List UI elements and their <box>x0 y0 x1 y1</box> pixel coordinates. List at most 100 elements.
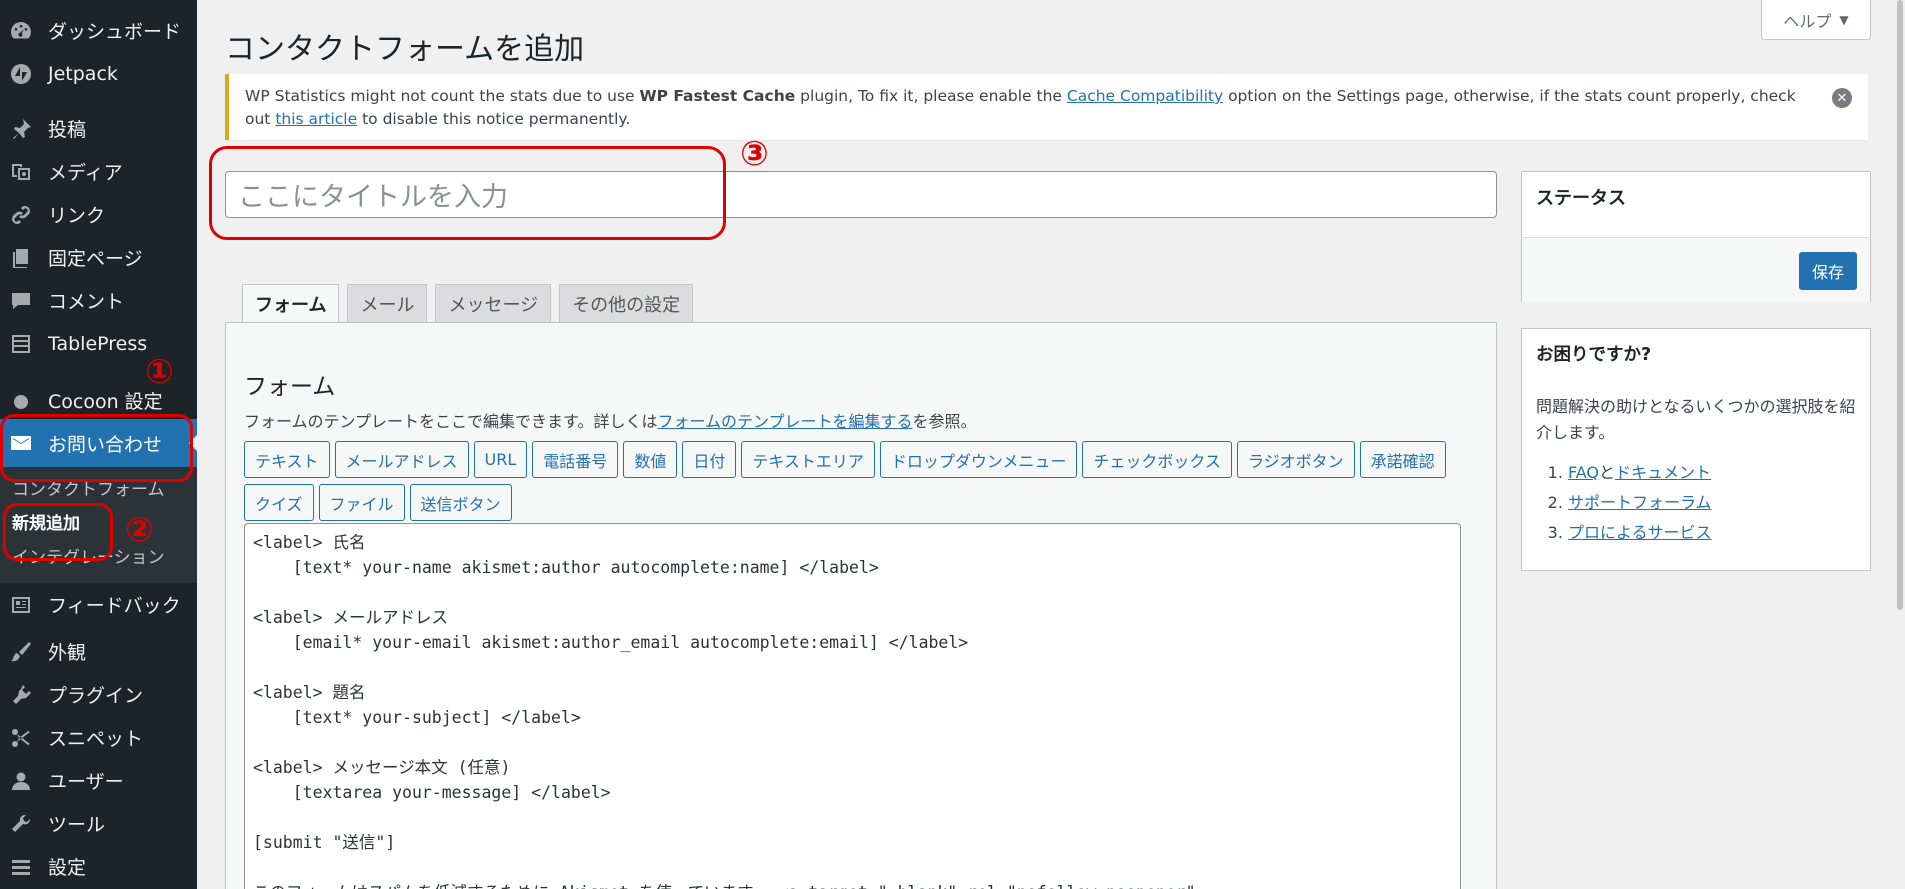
dismiss-icon[interactable]: ✕ <box>1832 88 1852 108</box>
notice-bold: WP Fastest Cache <box>639 87 796 105</box>
sidebar-item-settings[interactable]: 設定 <box>0 845 197 888</box>
dashboard-icon <box>8 18 34 44</box>
tab-additional-settings[interactable]: その他の設定 <box>559 284 694 322</box>
desc-text-1: フォームのテンプレートをここで編集できます。詳しくは <box>244 412 658 431</box>
main-content: ヘルプ ▼ コンタクトフォームを追加 WP Statistics might n… <box>197 0 1905 889</box>
comment-icon <box>8 288 34 314</box>
tag-button-quiz[interactable]: クイズ <box>244 484 314 521</box>
sidebar-item-label: コメント <box>48 291 125 313</box>
sidebar-item-posts[interactable]: 投稿 <box>0 107 197 150</box>
link-icon <box>8 202 34 228</box>
annotation-box-title-input <box>209 146 726 240</box>
sidebar-item-label: メディア <box>48 162 123 184</box>
sidebar-item-snippets[interactable]: スニペット <box>0 716 197 759</box>
scrollbar-thumb[interactable] <box>1897 0 1903 610</box>
scrollbar[interactable] <box>1893 0 1905 889</box>
sidebar-item-label: プラグイン <box>48 685 144 707</box>
tag-button-tel[interactable]: 電話番号 <box>532 441 619 478</box>
tab-mail[interactable]: メール <box>347 284 428 322</box>
list-item: FAQとドキュメント <box>1568 458 1856 488</box>
help-tab-button[interactable]: ヘルプ ▼ <box>1761 0 1871 40</box>
feedback-icon <box>8 592 34 618</box>
tag-button-file[interactable]: ファイル <box>318 484 405 521</box>
notice-text-1: WP Statistics might not count the stats … <box>245 87 640 105</box>
sidebar-item-feedback[interactable]: フィードバック <box>0 583 197 626</box>
sidebar-item-label: 固定ページ <box>48 248 143 270</box>
support-forum-link[interactable]: サポートフォーラム <box>1568 493 1712 512</box>
notice-text-4: to disable this notice permanently. <box>357 110 631 128</box>
sidebar-item-label: 設定 <box>48 857 87 879</box>
cocoon-icon <box>8 387 34 413</box>
pro-services-link[interactable]: プロによるサービス <box>1568 523 1712 542</box>
sidebar-item-label: リンク <box>48 205 106 227</box>
help-box-title: お困りですか? <box>1536 345 1652 365</box>
tab-messages[interactable]: メッセージ <box>435 284 552 322</box>
annotation-box-contact-menu <box>0 414 193 482</box>
sidebar-item-media[interactable]: メディア <box>0 150 197 193</box>
wp-statistics-notice: WP Statistics might not count the stats … <box>225 74 1868 140</box>
sidebar-item-tools[interactable]: ツール <box>0 802 197 845</box>
annotation-number-3: ③ <box>740 134 769 174</box>
scissors-icon <box>8 725 34 751</box>
list-item: サポートフォーラム <box>1568 488 1856 518</box>
tag-button-checkbox[interactable]: チェックボックス <box>1082 441 1232 478</box>
status-box: ステータス 保存 <box>1521 171 1871 302</box>
notice-text-2: plugin, To fix it, please enable the <box>795 87 1067 105</box>
sidebar-item-label: TablePress <box>48 332 148 355</box>
sidebar-item-pages[interactable]: 固定ページ <box>0 236 197 279</box>
tag-button-submit[interactable]: 送信ボタン <box>409 484 512 521</box>
save-button[interactable]: 保存 <box>1798 252 1857 290</box>
tag-button-number[interactable]: 数値 <box>623 441 678 478</box>
form-panel: フォーム フォームのテンプレートをここで編集できます。詳しくはフォームのテンプレ… <box>225 322 1497 889</box>
sidebar-item-label: スニペット <box>48 728 144 750</box>
user-icon <box>8 768 34 794</box>
plugin-icon <box>8 682 34 708</box>
status-box-footer: 保存 <box>1522 237 1870 302</box>
annotation-number-1: ① <box>145 352 174 392</box>
annotation-box-add-new <box>3 503 113 561</box>
tag-button-text[interactable]: テキスト <box>244 441 330 478</box>
cache-compatibility-link[interactable]: Cache Compatibility <box>1067 87 1223 105</box>
tag-button-radio[interactable]: ラジオボタン <box>1236 441 1355 478</box>
list-connector: と <box>1599 463 1616 482</box>
faq-link[interactable]: FAQ <box>1568 463 1599 482</box>
sidebar-item-plugins[interactable]: プラグイン <box>0 673 197 716</box>
sidebar-item-links[interactable]: リンク <box>0 193 197 236</box>
sidebar-item-label: フィードバック <box>48 595 181 617</box>
this-article-link[interactable]: this article <box>275 110 357 128</box>
brush-icon <box>8 639 34 665</box>
list-item: プロによるサービス <box>1568 518 1856 548</box>
tag-button-acceptance[interactable]: 承諾確認 <box>1359 441 1446 478</box>
annotation-number-2: ② <box>125 510 154 550</box>
tag-button-date[interactable]: 日付 <box>682 441 737 478</box>
help-box: お困りですか? 問題解決の助けとなるいくつかの選択肢を紹介します。 FAQとドキ… <box>1521 328 1871 571</box>
tag-button-select[interactable]: ドロップダウンメニュー <box>879 441 1078 478</box>
sidebar-item-label: Jetpack <box>48 62 118 85</box>
form-template-editor[interactable]: <label> 氏名 [text* your-name akismet:auth… <box>244 523 1461 889</box>
sidebar-item-jetpack[interactable]: Jetpack <box>0 52 197 95</box>
chevron-down-icon: ▼ <box>1839 12 1849 27</box>
tag-button-email[interactable]: メールアドレス <box>334 441 469 478</box>
table-icon <box>8 331 34 357</box>
sidebar-item-appearance[interactable]: 外観 <box>0 630 197 673</box>
sidebar-item-label: 外観 <box>48 642 87 664</box>
sidebar-item-label: ダッシュボード <box>48 21 182 43</box>
desc-text-2: を参照。 <box>912 412 977 431</box>
sidebar-item-label: 投稿 <box>48 119 87 141</box>
sidebar-item-users[interactable]: ユーザー <box>0 759 197 802</box>
media-icon <box>8 159 34 185</box>
help-box-list: FAQとドキュメント サポートフォーラム プロによるサービス <box>1536 458 1856 548</box>
form-description: フォームのテンプレートをここで編集できます。詳しくはフォームのテンプレートを編集… <box>244 408 977 432</box>
jetpack-icon <box>8 61 34 87</box>
edit-template-link[interactable]: フォームのテンプレートを編集する <box>657 412 912 431</box>
help-label: ヘルプ <box>1783 11 1832 31</box>
sidebar-item-comments[interactable]: コメント <box>0 279 197 322</box>
tag-button-url[interactable]: URL <box>473 441 528 478</box>
status-title: ステータス <box>1536 188 1626 209</box>
tag-button-textarea[interactable]: テキストエリア <box>741 441 875 478</box>
wrench-icon <box>8 811 34 837</box>
documentation-link[interactable]: ドキュメント <box>1615 463 1711 482</box>
sidebar-item-dashboard[interactable]: ダッシュボード <box>0 9 197 52</box>
settings-icon <box>8 854 34 880</box>
tab-form[interactable]: フォーム <box>242 284 340 323</box>
